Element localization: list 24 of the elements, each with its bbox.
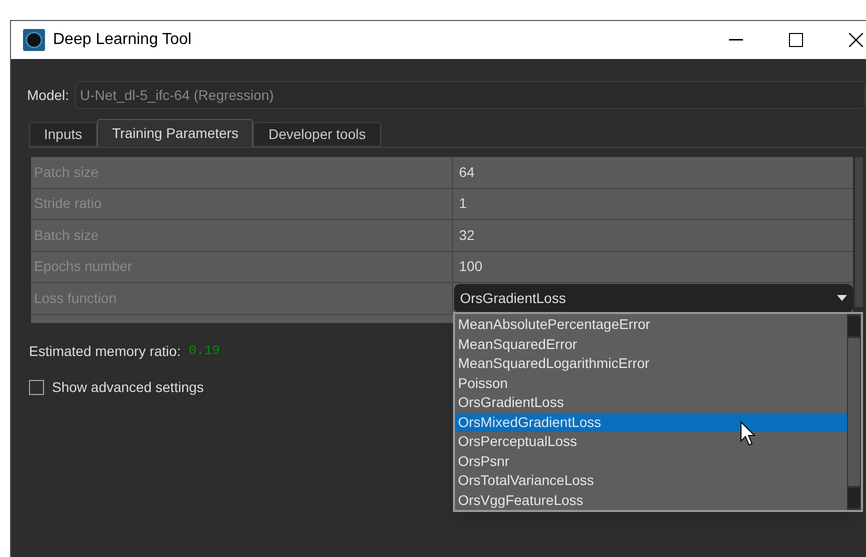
memory-ratio-value: 0.19 bbox=[188, 342, 220, 360]
dropdown-option[interactable]: OrsTotalVarianceLoss bbox=[455, 471, 847, 490]
dropdown-option[interactable]: OrsMixedGradientLoss bbox=[455, 412, 847, 432]
dropdown-option[interactable]: MeanAbsolutePercentageError bbox=[455, 315, 847, 334]
tab[interactable]: Inputs bbox=[29, 122, 98, 147]
dropdown-option[interactable]: OrsPsnr bbox=[455, 452, 847, 471]
model-label: Model: bbox=[27, 86, 70, 104]
parameter-value[interactable]: 1 bbox=[453, 188, 853, 219]
tab[interactable]: Developer tools bbox=[253, 122, 381, 147]
parameter-value[interactable]: 100 bbox=[453, 252, 853, 282]
dropdown-option[interactable]: MeanSquaredLogarithmicError bbox=[455, 354, 847, 374]
window-title: Deep Learning Tool bbox=[53, 30, 192, 50]
model-field[interactable]: U-Net_dl-5_ifc-64 (Regression) bbox=[75, 81, 866, 109]
dropdown-option[interactable]: OrsVggFeatureLoss bbox=[455, 490, 847, 510]
dropdown-option[interactable]: MeanSquaredError bbox=[455, 334, 847, 354]
dropdown-option[interactable]: Poisson bbox=[455, 374, 847, 393]
dropdown-option[interactable]: OrsGradientLoss bbox=[455, 393, 847, 412]
tab[interactable]: Training Parameters bbox=[97, 119, 254, 147]
parameter-value[interactable]: 64 bbox=[453, 157, 853, 188]
dropdown-option[interactable]: OrsPerceptualLoss bbox=[455, 432, 847, 452]
parameter-value[interactable]: 32 bbox=[453, 220, 853, 250]
loss-function-dropdown[interactable]: OrsGradientLoss bbox=[454, 284, 853, 312]
checkbox-label: Show advanced settings bbox=[52, 378, 204, 397]
memory-ratio-label: Estimated memory ratio: bbox=[29, 342, 181, 361]
